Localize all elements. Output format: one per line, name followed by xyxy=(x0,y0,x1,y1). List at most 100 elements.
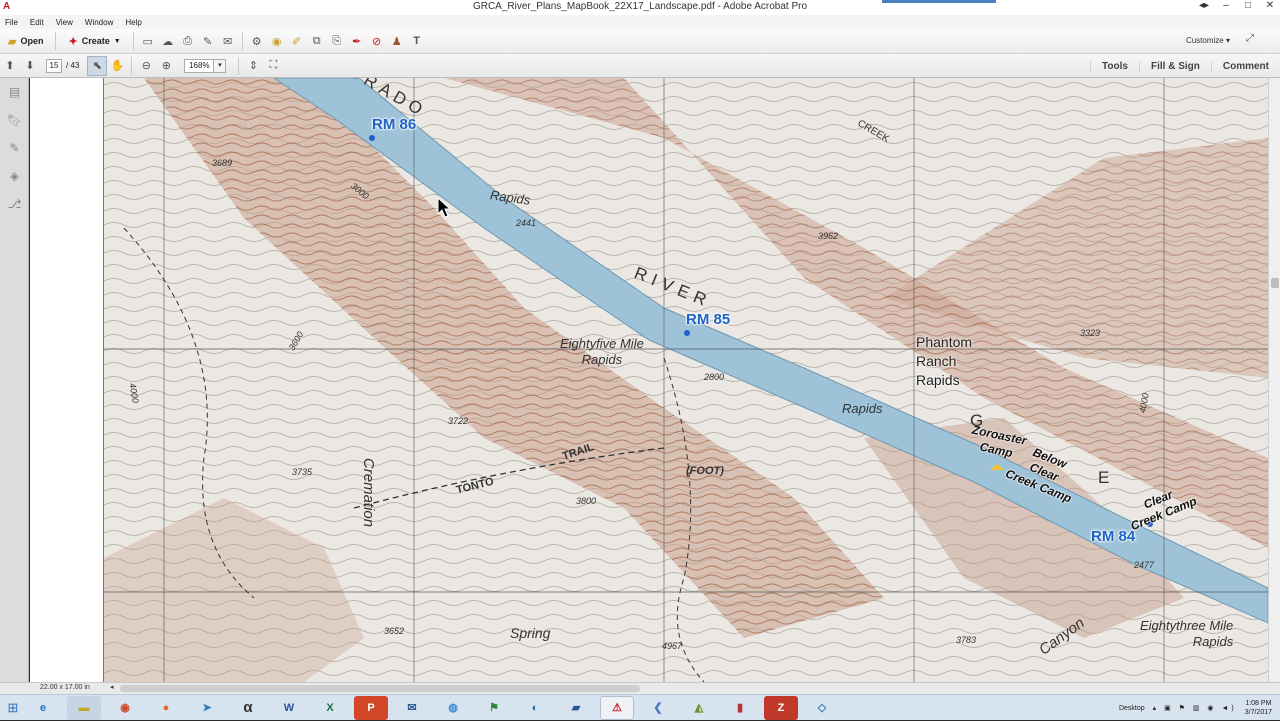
status-bar: 22.00 x 17.00 in ◂ xyxy=(0,682,1280,694)
page-number-input[interactable]: 15 xyxy=(46,58,62,73)
prev-page-icon[interactable]: ⬆ xyxy=(0,56,20,76)
scroll-left-icon[interactable]: ◂ xyxy=(110,683,114,691)
scrollbar-thumb[interactable] xyxy=(1271,278,1279,288)
maximize-icon[interactable]: □ xyxy=(1242,0,1254,11)
word-icon[interactable]: W xyxy=(272,696,306,720)
bookmark-icon[interactable]: 🔖︎ xyxy=(0,106,29,134)
map-graphics xyxy=(104,78,1268,682)
window-controls: ◂▸ – □ ✕ xyxy=(1198,0,1276,11)
rapids-lower-label: Rapids xyxy=(842,401,883,416)
app-icon[interactable]: ◭ xyxy=(682,696,716,720)
edit-icon[interactable]: ✎ xyxy=(198,31,218,51)
signature-icon[interactable]: ✎ xyxy=(0,134,29,162)
river-mile-86: RM 86 xyxy=(372,116,417,133)
divider xyxy=(241,32,243,50)
app-icon[interactable]: ◇ xyxy=(805,696,839,720)
alpha-icon[interactable]: α xyxy=(231,696,265,720)
elevation-label: 3735 xyxy=(292,467,313,477)
granite-fragment-label: G xyxy=(970,411,984,430)
ie-icon[interactable]: e xyxy=(26,696,60,720)
map-icon[interactable]: ⚑ xyxy=(477,696,511,720)
elevation-label: 3689 xyxy=(212,158,233,168)
chrome-icon[interactable]: ◉ xyxy=(108,696,142,720)
sign-icon[interactable]: ✒ xyxy=(347,31,367,51)
divider xyxy=(131,56,133,75)
page-size: 22.00 x 17.00 in xyxy=(40,684,90,691)
text-icon[interactable]: T xyxy=(407,31,427,51)
user-icon[interactable]: ♟ xyxy=(387,31,407,51)
powerpoint-icon[interactable]: P xyxy=(354,695,388,720)
zoom-out-icon[interactable]: ⊖ xyxy=(136,56,156,76)
windows-start-icon[interactable]: ⊞ xyxy=(0,695,26,721)
vertical-scrollbar[interactable] xyxy=(1268,78,1280,682)
highlight-icon[interactable]: ✐ xyxy=(287,31,307,51)
elevation-label: 3800 xyxy=(576,496,597,506)
tab-tools[interactable]: Tools xyxy=(1090,60,1139,72)
stamp-icon[interactable]: ⧉ xyxy=(307,31,327,51)
expand-icon[interactable]: ⤢ xyxy=(1246,33,1260,47)
comment-icon[interactable]: ◉ xyxy=(267,31,287,51)
create-button[interactable]: ✦ Create ▼ xyxy=(60,31,128,51)
filezilla-icon[interactable]: Z xyxy=(764,695,798,720)
clock-time: 1:08 PM xyxy=(1245,700,1272,707)
excel-icon[interactable]: X xyxy=(313,696,347,720)
divider xyxy=(55,32,57,50)
select-cursor-icon[interactable]: ⬉ xyxy=(87,55,108,76)
layers-icon[interactable]: ◈ xyxy=(0,162,29,190)
menu-edit[interactable]: Edit xyxy=(30,18,44,27)
pages-icon[interactable]: ▤ xyxy=(0,78,29,106)
help-icon[interactable]: ◂▸ xyxy=(1198,0,1210,11)
globe-icon[interactable]: ◍ xyxy=(436,696,470,720)
elevation-label: 4967 xyxy=(662,641,683,651)
close-icon[interactable]: ✕ xyxy=(1264,0,1276,11)
gear-icon[interactable]: ⚙ xyxy=(247,31,267,51)
app-icon[interactable]: ❮ xyxy=(641,696,675,720)
attach-icon[interactable]: ⎘ xyxy=(327,31,347,51)
firefox-icon[interactable]: ● xyxy=(149,696,183,720)
menu-help[interactable]: Help xyxy=(125,18,141,27)
title-bar: A GRCA_River_Plans_MapBook_22X17_Landsca… xyxy=(0,0,1280,15)
save-icon[interactable]: ▭ xyxy=(138,31,158,51)
granite-e-label: E xyxy=(1098,468,1110,487)
thunderbird-icon[interactable]: ✉ xyxy=(395,696,429,720)
tray-icons[interactable]: ▴ ▣ ⚑ ▥ ◉ ◄) xyxy=(1153,704,1237,712)
page-total: / 43 xyxy=(66,61,80,70)
app-icon[interactable]: ▮ xyxy=(723,696,757,720)
print-icon[interactable]: ⎙ xyxy=(178,31,198,51)
tab-comment[interactable]: Comment xyxy=(1210,60,1280,72)
zoom-input[interactable]: 168% xyxy=(184,58,215,73)
cloud-icon[interactable]: ☁ xyxy=(158,31,178,51)
river-mile-84: RM 84 xyxy=(1091,528,1136,545)
customize-dropdown[interactable]: Customize ▾ xyxy=(1186,36,1230,45)
clock[interactable]: 1:08 PM 3/7/2017 xyxy=(1245,699,1272,717)
system-tray: Desktop ▴ ▣ ⚑ ▥ ◉ ◄) 1:08 PM 3/7/2017 xyxy=(1119,695,1280,721)
open-label: Open xyxy=(20,36,44,46)
menu-view[interactable]: View xyxy=(56,18,73,27)
fit-page-icon[interactable]: ⇕ xyxy=(243,56,263,76)
divider xyxy=(132,32,134,50)
elevation-label: 2477 xyxy=(1134,560,1155,570)
tab-fill-sign[interactable]: Fill & Sign xyxy=(1138,60,1211,72)
desktop-toolbar[interactable]: Desktop xyxy=(1119,705,1145,712)
open-button[interactable]: ▰ Open xyxy=(0,31,51,51)
hand-icon[interactable]: ✋ xyxy=(107,56,127,76)
minimize-icon[interactable]: – xyxy=(1220,0,1232,11)
topographic-map[interactable]: RM 86 RM 85 RM 84 Rapids Eightyfive Mile… xyxy=(104,78,1268,682)
app-icon[interactable]: ➤ xyxy=(190,696,224,720)
customize-label: Customize xyxy=(1185,36,1224,45)
next-page-icon[interactable]: ⬇ xyxy=(20,56,40,76)
menu-file[interactable]: File xyxy=(5,18,18,27)
zoom-in-icon[interactable]: ⊕ xyxy=(156,56,176,76)
horizontal-scrollbar[interactable] xyxy=(120,685,640,692)
zoom-dropdown[interactable]: ▾ xyxy=(214,58,227,73)
elevation-label: 3652 xyxy=(384,626,405,636)
email-icon[interactable]: ✉ xyxy=(218,31,238,51)
tag-icon[interactable]: ⎇ xyxy=(0,190,29,218)
menu-window[interactable]: Window xyxy=(85,18,113,27)
redact-icon[interactable]: ⊘ xyxy=(367,31,387,51)
app-icon[interactable]: ▰ xyxy=(559,696,593,720)
explorer-icon[interactable]: ▬ xyxy=(67,695,101,720)
fullscreen-icon[interactable]: ⛶ xyxy=(263,56,283,76)
earth-icon[interactable]: ◐ xyxy=(518,696,552,720)
acrobat-icon[interactable]: ⚠ xyxy=(600,695,634,720)
